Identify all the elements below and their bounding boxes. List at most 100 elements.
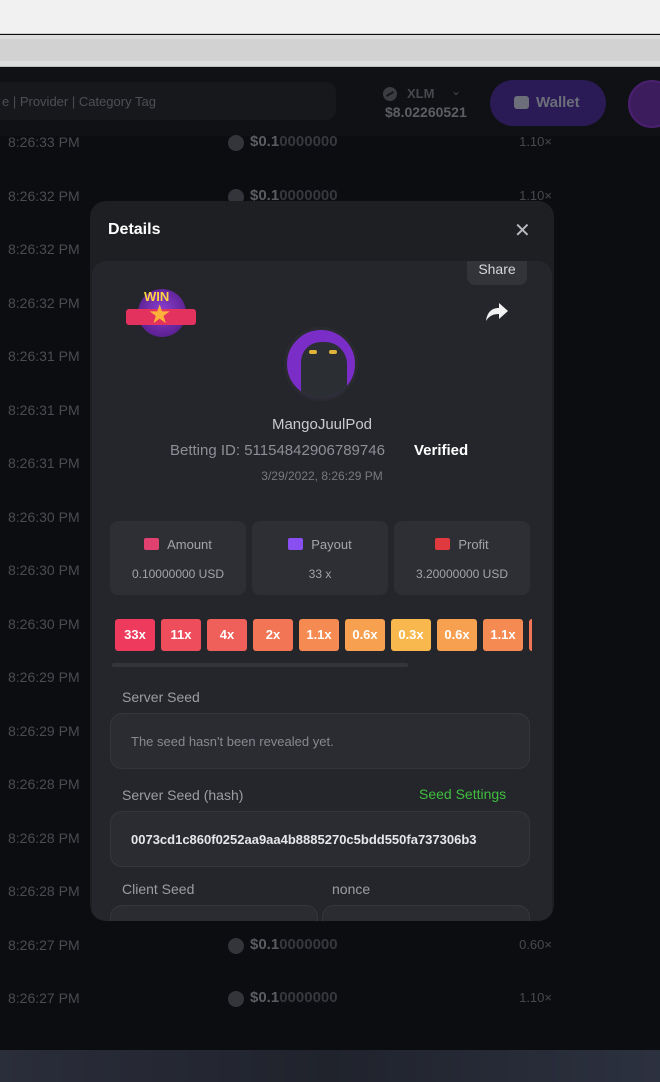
stat-value: 0.10000000 USD [131,567,225,581]
crocodile-avatar-icon [301,342,347,398]
wallet-label: Wallet [536,94,580,111]
browser-toolbar [0,35,660,67]
server-seed-hash-value: 0073cd1c860f0252aa9aa4b8885270c5bdd550fa… [131,832,477,847]
address-bar[interactable] [0,39,660,61]
multiplier-chip: 4x [207,619,247,651]
taskbar [0,1050,660,1082]
currency-code: XLM [407,86,435,101]
stat-head: Profit [394,537,530,552]
server-seed-hash-field[interactable]: 0073cd1c860f0252aa9aa4b8885270c5bdd550fa… [110,811,530,867]
client-seed-label: Client Seed [122,881,195,897]
share-tooltip-label: Share [478,261,516,277]
stat-label: Profit [458,537,489,552]
bet-time: 8:26:30 PM [8,508,80,525]
stat-card-profit: Profit 3.20000000 USD [394,521,530,595]
multiplier-chip: 11x [161,619,201,651]
coin-icon [228,991,244,1007]
xlm-coin-icon [383,87,397,101]
bet-amount-main: $0.1 [250,989,280,1006]
hand-coin-icon [435,538,451,550]
bet-date: 3/29/2022, 8:26:29 PM [261,469,383,483]
avatar-eye-left [309,350,317,354]
stat-label: Amount [167,537,212,552]
client-seed-field[interactable] [110,905,318,921]
multiplier-chip: 0.3x [391,619,431,651]
bet-time: 8:26:32 PM [8,241,80,257]
bet-time: 8:26:29 PM [8,669,80,685]
bet-time: 8:26:31 PM [8,348,80,364]
bet-multiplier: 1.10× [519,990,552,1005]
bet-time: 8:26:32 PM [8,187,80,204]
avatar-eye-right [329,350,337,354]
bet-time: 8:26:30 PM [8,562,80,578]
wallet-icon [514,96,529,109]
multiplier-chip: 1.1x [483,619,523,651]
bet-row[interactable]: 8:26:27 PM $0.10000000 0.60× [0,917,660,970]
star-icon: ★ [148,299,172,329]
modal-title: Details [108,221,161,238]
share-tooltip: Share [467,261,527,285]
seed-settings-link[interactable]: Seed Settings [419,786,506,802]
multiplier-chip: 2x [253,619,293,651]
bet-amount-main: $0.1 [250,133,280,150]
share-icon[interactable] [484,301,510,323]
bet-time: 8:26:27 PM [8,990,80,1006]
bet-time: 8:26:27 PM [8,936,80,953]
bet-time: 8:26:31 PM [8,401,80,418]
bet-amount: $0.10000000 [250,133,338,150]
nonce-field[interactable] [322,905,530,921]
server-seed-label: Server Seed [122,689,200,705]
stat-head: Amount [110,537,246,552]
bet-time: 8:26:29 PM [8,722,80,739]
bet-amount-decimals: 0000000 [279,133,338,150]
bet-time: 8:26:28 PM [8,883,80,899]
details-modal: Details ✕ WIN ★ Share MangoJuulPod Betti… [90,201,554,921]
win-badge: WIN ★ [124,287,198,343]
bet-time: 8:26:31 PM [8,455,80,471]
user-avatar [284,327,358,401]
server-seed-field: The seed hasn't been revealed yet. [110,713,530,769]
bet-amount: $0.10000000 [250,936,338,953]
stat-card-payout: Payout 33 x [252,521,388,595]
stat-card-amount: Amount 0.10000000 USD [110,521,246,595]
username: MangoJuulPod [271,416,373,433]
chevron-down-icon: ⌄ [451,84,462,98]
server-seed-hash-label: Server Seed (hash) [122,787,244,803]
bet-row[interactable]: 8:26:27 PM $0.10000000 1.10× [0,970,660,1023]
bet-amount: $0.10000000 [250,989,338,1006]
verified-badge: Verified [414,442,469,459]
multiplier-scrollbar[interactable] [112,663,408,667]
bet-amount-decimals: 0000000 [279,935,338,953]
multiplier-chip: 0.6x [437,619,477,651]
stat-head: Payout [252,537,388,552]
coin-icon [228,937,244,954]
stat-value: 33 x [308,567,332,581]
multiplier-chip: 1.1x [299,619,339,651]
stat-value: 3.20000000 USD [415,567,509,581]
bet-multiplier: 0.60× [519,936,552,952]
multiplier-chip: 0.6x [345,619,385,651]
multiplier-strip: 33x 11x 4x 2x 1.1x 0.6x 0.3x 0.6x 1.1x [112,619,532,653]
bet-time: 8:26:28 PM [8,829,80,846]
search-placeholder: e | Provider | Category Tag [2,94,156,109]
bet-row[interactable]: 8:26:33 PM $0.10000000 1.10× [0,114,660,167]
bet-time: 8:26:30 PM [8,615,80,632]
server-seed-value: The seed hasn't been revealed yet. [131,734,334,749]
bet-time: 8:26:32 PM [8,294,80,311]
wallet-icon [288,538,304,550]
close-icon[interactable]: ✕ [514,221,531,241]
nonce-label: nonce [332,881,371,897]
bet-time: 8:26:33 PM [8,134,80,150]
hand-money-icon [144,538,160,550]
multiplier-chip [529,619,532,651]
coin-icon [228,135,244,151]
browser-tabstrip [0,0,660,34]
bet-amount-decimals: 0000000 [279,989,338,1006]
stat-label: Payout [311,537,352,552]
bet-time: 8:26:28 PM [8,776,80,792]
bet-amount-main: $0.1 [250,935,280,953]
betting-id: Betting ID: 5115484290678974​6 [170,442,385,459]
bet-multiplier: 1.10× [519,134,552,149]
multiplier-chip: 33x [115,619,155,651]
modal-body: WIN ★ Share MangoJuulPod Betting ID: 511… [92,261,552,921]
